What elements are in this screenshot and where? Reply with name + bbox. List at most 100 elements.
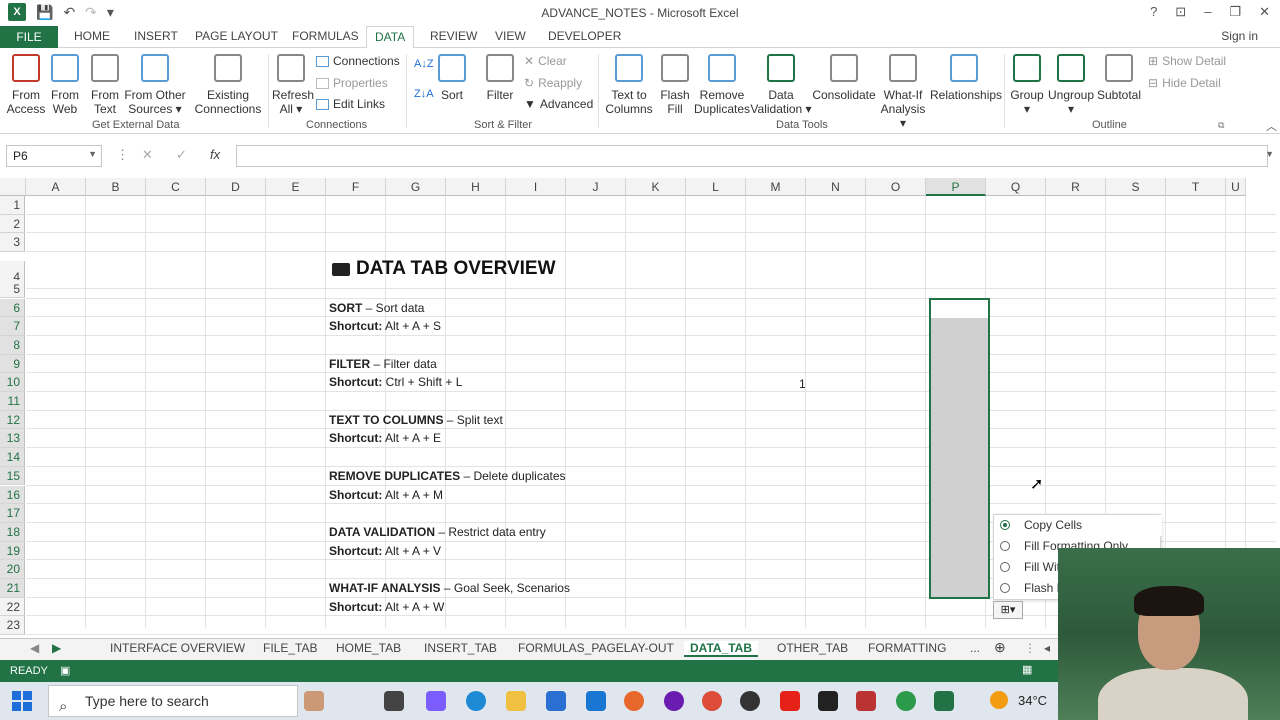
tab-page-layout[interactable]: PAGE LAYOUT: [195, 29, 278, 43]
filter-button[interactable]: Filter: [484, 54, 516, 102]
entry-title-1[interactable]: FILTER – Filter data: [329, 357, 437, 371]
sort-a-to-z-button[interactable]: A↓Z: [414, 58, 434, 70]
column-header-L[interactable]: L: [686, 178, 746, 196]
sheet-tab-data[interactable]: DATA_TAB: [684, 641, 758, 657]
app-circle-icon[interactable]: [664, 691, 684, 711]
sort-z-to-a-button[interactable]: Z↓A: [414, 88, 434, 100]
select-all-corner[interactable]: [0, 178, 26, 196]
column-header-M[interactable]: M: [746, 178, 806, 196]
column-header-A[interactable]: A: [26, 178, 86, 196]
row-header-3[interactable]: 3: [0, 233, 25, 253]
row-header-17[interactable]: 17: [0, 504, 25, 523]
chrome-profile-icon[interactable]: [896, 691, 916, 711]
edit-links-button[interactable]: Edit Links: [316, 97, 385, 111]
tab-home[interactable]: HOME: [74, 29, 110, 43]
column-header-U[interactable]: U: [1226, 178, 1246, 196]
sort-button[interactable]: Sort: [436, 54, 468, 102]
k-app-icon[interactable]: [818, 691, 838, 711]
column-header-D[interactable]: D: [206, 178, 266, 196]
entry-title-5[interactable]: WHAT-IF ANALYSIS – Goal Seek, Scenarios: [329, 581, 570, 595]
tab-data[interactable]: DATA: [366, 26, 415, 49]
column-header-O[interactable]: O: [866, 178, 926, 196]
entry-title-4[interactable]: DATA VALIDATION – Restrict data entry: [329, 525, 546, 539]
hide-detail-button[interactable]: ⊟ Hide Detail: [1148, 76, 1221, 90]
row-header-8[interactable]: 8: [0, 335, 25, 355]
column-header-F[interactable]: F: [326, 178, 386, 196]
sheet-tab-home[interactable]: HOME_TAB: [336, 641, 401, 655]
relationships-button[interactable]: Relationships: [930, 54, 1002, 102]
row-header-9[interactable]: 9: [0, 354, 25, 374]
column-header-T[interactable]: T: [1166, 178, 1226, 196]
text-to-columns-button[interactable]: Text to Columns: [604, 54, 654, 116]
tab-developer[interactable]: DEVELOPER: [548, 29, 621, 43]
settings-gear-icon[interactable]: [740, 691, 760, 711]
close-icon[interactable]: ✕: [1259, 4, 1270, 20]
row-header-19[interactable]: 19: [0, 541, 25, 561]
sign-in-link[interactable]: Sign in: [1221, 29, 1258, 43]
properties-button[interactable]: Properties: [316, 76, 388, 90]
formula-input[interactable]: [236, 145, 1268, 167]
connections-button[interactable]: Connections: [316, 54, 400, 68]
row-header-16[interactable]: 16: [0, 485, 25, 505]
from-text-button[interactable]: From Text: [86, 54, 124, 116]
show-detail-button[interactable]: ⊞ Show Detail: [1148, 54, 1226, 68]
tab-view[interactable]: VIEW: [495, 29, 526, 43]
selected-range-P6-P21[interactable]: [929, 298, 990, 599]
row-header-13[interactable]: 13: [0, 429, 25, 449]
row-header-14[interactable]: 14: [0, 448, 25, 467]
row-header-6[interactable]: 6: [0, 298, 25, 318]
sheet-tab-interface-overview[interactable]: INTERFACE OVERVIEW: [110, 641, 245, 655]
cell-M10[interactable]: 1: [799, 377, 806, 391]
excel-taskbar-icon[interactable]: [934, 691, 954, 711]
column-header-I[interactable]: I: [506, 178, 566, 196]
macro-recording-icon[interactable]: ▣: [60, 664, 70, 677]
flash-fill-button[interactable]: Flash Fill: [658, 54, 692, 116]
sheet-tab-formulas-pagelayout[interactable]: FORMULAS_PAGELAY-OUT: [518, 641, 674, 655]
column-header-R[interactable]: R: [1046, 178, 1106, 196]
entry-shortcut-1[interactable]: Shortcut: Ctrl + Shift + L: [329, 375, 462, 389]
subtotal-button[interactable]: Subtotal: [1096, 54, 1142, 102]
column-header-Q[interactable]: Q: [986, 178, 1046, 196]
file-explorer-icon[interactable]: [506, 691, 526, 711]
clear-button[interactable]: ✕ Clear: [524, 54, 567, 68]
consolidate-button[interactable]: Consolidate: [812, 54, 876, 102]
advanced-filter-button[interactable]: ▼ Advanced: [524, 97, 593, 111]
row-header-11[interactable]: 11: [0, 392, 25, 411]
row-header-21[interactable]: 21: [0, 579, 25, 598]
row-header-1[interactable]: 1: [0, 196, 25, 215]
entry-title-3[interactable]: REMOVE DUPLICATES – Delete duplicates: [329, 469, 566, 483]
store-icon[interactable]: [546, 691, 566, 711]
column-header-P[interactable]: P: [926, 178, 986, 196]
entry-shortcut-0[interactable]: Shortcut: Alt + A + S: [329, 319, 441, 333]
entry-shortcut-3[interactable]: Shortcut: Alt + A + M: [329, 488, 443, 502]
minimize-icon[interactable]: –: [1204, 4, 1211, 20]
collapse-ribbon-icon[interactable]: ︿: [1266, 118, 1277, 134]
row-header-22[interactable]: 22: [0, 597, 25, 617]
tab-insert[interactable]: INSERT: [134, 29, 178, 43]
add-sheet-icon[interactable]: ⊕: [994, 639, 1006, 656]
column-header-G[interactable]: G: [386, 178, 446, 196]
entry-shortcut-5[interactable]: Shortcut: Alt + A + W: [329, 600, 444, 614]
existing-connections-button[interactable]: Existing Connections: [194, 54, 262, 116]
entry-shortcut-2[interactable]: Shortcut: Alt + A + E: [329, 431, 441, 445]
from-web-button[interactable]: From Web: [46, 54, 84, 116]
column-header-C[interactable]: C: [146, 178, 206, 196]
normal-view-icon[interactable]: ▦: [1022, 663, 1032, 676]
scroll-left-icon[interactable]: ◂: [1044, 641, 1050, 655]
column-header-N[interactable]: N: [806, 178, 866, 196]
windows-start-icon[interactable]: [12, 691, 32, 711]
from-other-sources-button[interactable]: From Other Sources ▾: [124, 54, 186, 116]
insert-function-icon[interactable]: fx: [210, 147, 220, 162]
outline-dialog-launcher-icon[interactable]: ⧉: [1218, 120, 1224, 131]
column-header-H[interactable]: H: [446, 178, 506, 196]
row-header-18[interactable]: 18: [0, 522, 25, 542]
confirm-entry-icon[interactable]: ✓: [176, 147, 187, 163]
row-header-5[interactable]: 5: [0, 279, 25, 299]
chevron-down-icon[interactable]: ▼: [88, 149, 97, 159]
entry-title-0[interactable]: SORT – Sort data: [329, 301, 424, 315]
sheet-tab-other[interactable]: OTHER_TAB: [777, 641, 848, 655]
column-header-S[interactable]: S: [1106, 178, 1166, 196]
mail-icon[interactable]: [586, 691, 606, 711]
row-header-2[interactable]: 2: [0, 214, 25, 234]
column-header-E[interactable]: E: [266, 178, 326, 196]
